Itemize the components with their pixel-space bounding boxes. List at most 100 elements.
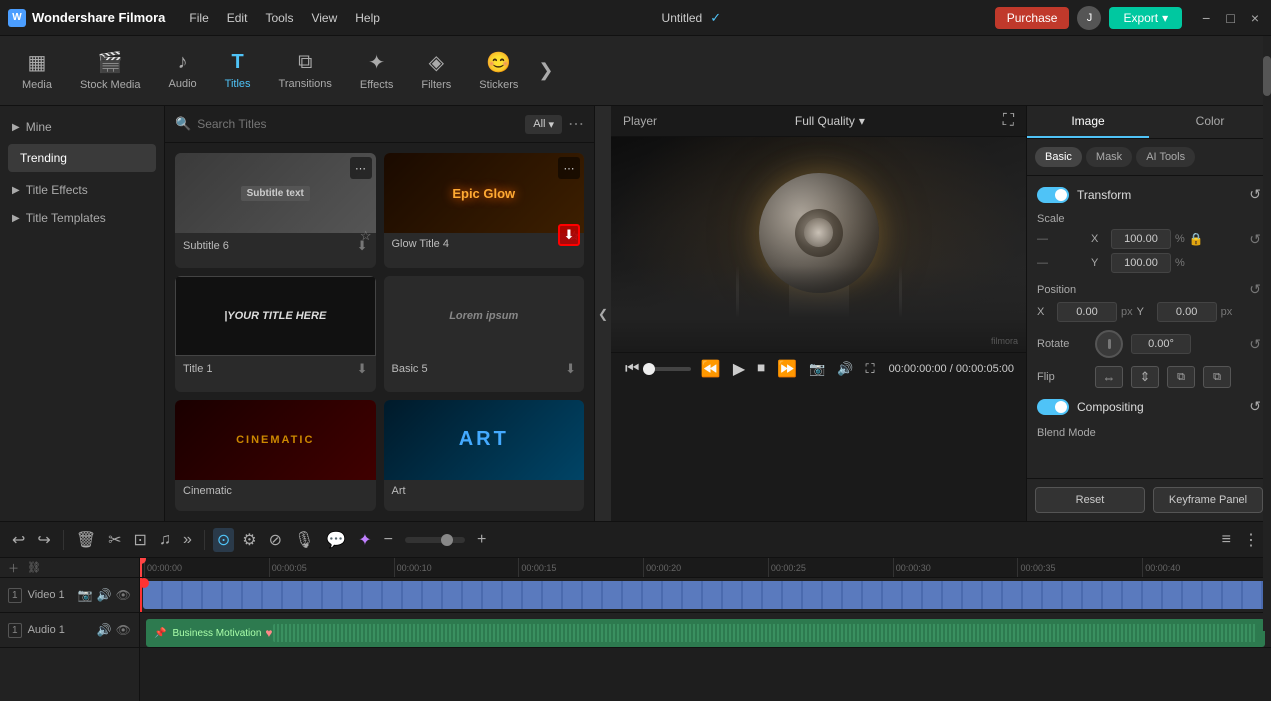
quality-selector[interactable]: Full Quality ▾ [795, 114, 865, 128]
audio1-clip[interactable]: 📌 Business Motivation ♥ [146, 619, 1265, 647]
basic5-download-icon[interactable]: ⬇ [565, 361, 576, 377]
menu-help[interactable]: Help [347, 7, 388, 29]
menu-edit[interactable]: Edit [219, 7, 256, 29]
tool-effects[interactable]: ✦ Effects [346, 44, 407, 97]
audio1-volume-icon[interactable]: 🔊 [97, 623, 112, 637]
redo-button[interactable]: ↪ [33, 528, 54, 552]
search-input[interactable] [197, 117, 519, 131]
position-reset-icon[interactable]: ↺ [1249, 281, 1261, 298]
step-back-button[interactable]: ⏪ [699, 359, 723, 379]
pos-x-input[interactable] [1057, 302, 1117, 322]
scale-x-input[interactable] [1111, 229, 1171, 249]
list-view-button[interactable]: ≡ [1218, 529, 1235, 551]
flip-horizontal-button[interactable]: ⇔ [1095, 366, 1123, 388]
menu-tools[interactable]: Tools [257, 7, 301, 29]
options-button[interactable]: ⋮ [1239, 528, 1263, 552]
subtitle6-star-icon[interactable]: ☆ [360, 228, 372, 244]
minimize-button[interactable]: − [1198, 10, 1214, 26]
playhead[interactable] [140, 558, 142, 577]
snap-button[interactable]: ⊙ [213, 528, 234, 552]
video1-clip[interactable] [143, 581, 1268, 609]
subtitle-button[interactable]: 💬 [322, 528, 350, 552]
subtab-ai-tools[interactable]: AI Tools [1136, 147, 1195, 167]
transform-toggle[interactable] [1037, 187, 1069, 203]
progress-handle[interactable] [643, 363, 655, 375]
tool-stickers[interactable]: 😊 Stickers [465, 44, 532, 97]
flip-vertical-button[interactable]: ⇕ [1131, 366, 1159, 388]
scale-y-input[interactable] [1111, 253, 1171, 273]
sidebar-item-title-effects[interactable]: ▶ Title Effects [0, 176, 164, 204]
tool-filters[interactable]: ◈ Filters [407, 44, 465, 97]
title-card-glow-title4[interactable]: Epic Glow ⋯ ☆ ⬇ Click to download the on… [384, 153, 585, 268]
zoom-slider[interactable] [405, 537, 465, 543]
toolbar-more-icon[interactable]: ❯ [532, 60, 559, 81]
title-card-title1[interactable]: |YOUR TITLE HERE Title 1 ⬇ [175, 276, 376, 391]
reset-button[interactable]: Reset [1035, 487, 1145, 513]
transform-reset-icon[interactable]: ↺ [1249, 186, 1261, 203]
audio1-eye-icon[interactable]: 👁 [116, 623, 131, 637]
tool-audio[interactable]: ♪ Audio [155, 45, 211, 96]
rotate-reset-icon[interactable]: ↺ [1249, 336, 1261, 353]
split-audio-button[interactable]: ⊘ [265, 528, 286, 552]
title1-download-icon[interactable]: ⬇ [357, 361, 368, 377]
search-more-icon[interactable]: ⋯ [568, 114, 584, 134]
settings-button[interactable]: ⚙ [238, 528, 260, 552]
compositing-toggle[interactable] [1037, 399, 1069, 415]
cut-button[interactable]: ✂ [104, 528, 125, 552]
lock-icon[interactable]: 🔒 [1189, 232, 1204, 246]
zoom-handle[interactable] [441, 534, 453, 546]
menu-view[interactable]: View [303, 7, 345, 29]
play-button[interactable]: ▶ [731, 359, 747, 379]
link-icon[interactable]: ⛓ [27, 561, 41, 574]
step-fwd-button[interactable]: ⏩ [775, 359, 799, 379]
add-track-icon[interactable]: ＋ [8, 560, 19, 576]
skip-back-button[interactable]: ⏮ [623, 360, 641, 378]
export-button[interactable]: Export ▾ [1109, 7, 1182, 29]
title-card-subtitle6[interactable]: Subtitle text ⋯ ☆ Subtitle 6 ⬇ [175, 153, 376, 268]
subtab-basic[interactable]: Basic [1035, 147, 1082, 167]
glow-title4-download-button[interactable]: ⬇ [558, 224, 580, 246]
audio-separate-button[interactable]: ♫ [155, 529, 175, 551]
fullscreen-icon[interactable]: ⛶ [1003, 112, 1014, 130]
undo-button[interactable]: ↩ [8, 528, 29, 552]
title-card-cinematic[interactable]: CINEMATIC Cinematic [175, 400, 376, 511]
video1-volume-icon[interactable]: 🔊 [97, 588, 112, 602]
tool-titles[interactable]: T Titles [211, 45, 265, 96]
pos-y-input[interactable] [1157, 302, 1217, 322]
avatar[interactable]: J [1077, 6, 1101, 30]
ai-button[interactable]: ✦ [354, 528, 375, 552]
delete-button[interactable]: 🗑 [72, 528, 100, 552]
tool-stock-media[interactable]: 🎬 Stock Media [66, 44, 155, 97]
video1-eye-icon[interactable]: 👁 [116, 588, 131, 602]
audio-btn[interactable]: 🔊 [835, 361, 855, 377]
subtitle6-more-btn[interactable]: ⋯ [350, 157, 372, 179]
maximize-button[interactable]: □ [1222, 10, 1238, 26]
title-card-art[interactable]: ART Art [384, 400, 585, 511]
close-button[interactable]: × [1247, 10, 1263, 26]
collapse-panel-button[interactable]: ❮ [595, 106, 611, 521]
flip-copy-button[interactable]: ⧉ [1167, 366, 1195, 388]
glow-title4-more-btn[interactable]: ⋯ [558, 157, 580, 179]
snapshot-btn[interactable]: 📷 [807, 361, 827, 377]
progress-bar[interactable] [649, 367, 691, 371]
tab-color[interactable]: Color [1149, 106, 1271, 138]
rotate-knob[interactable] [1095, 330, 1123, 358]
tool-transitions[interactable]: ⧉ Transitions [265, 45, 346, 96]
crop-button[interactable]: ⊡ [130, 528, 151, 552]
sidebar-item-mine[interactable]: ▶ Mine [0, 114, 164, 140]
tab-image[interactable]: Image [1027, 106, 1149, 138]
video1-track[interactable] [140, 578, 1271, 613]
sidebar-item-title-templates[interactable]: ▶ Title Templates [0, 204, 164, 232]
keyframe-panel-button[interactable]: Keyframe Panel [1153, 487, 1263, 513]
stop-button[interactable]: ⏹ [755, 360, 767, 378]
subtab-mask[interactable]: Mask [1086, 147, 1132, 167]
video1-camera-icon[interactable]: 📷 [78, 588, 93, 602]
more-button[interactable]: » [179, 529, 196, 551]
rotate-input[interactable] [1131, 334, 1191, 354]
title-card-basic5[interactable]: Lorem ipsum Basic 5 ⬇ [384, 276, 585, 391]
zoom-out-button[interactable]: − [380, 529, 397, 551]
voiceover-button[interactable]: 🎙 [290, 528, 318, 552]
flip-paste-button[interactable]: ⧉ [1203, 366, 1231, 388]
filter-all-button[interactable]: All ▾ [525, 115, 562, 134]
menu-file[interactable]: File [181, 7, 216, 29]
